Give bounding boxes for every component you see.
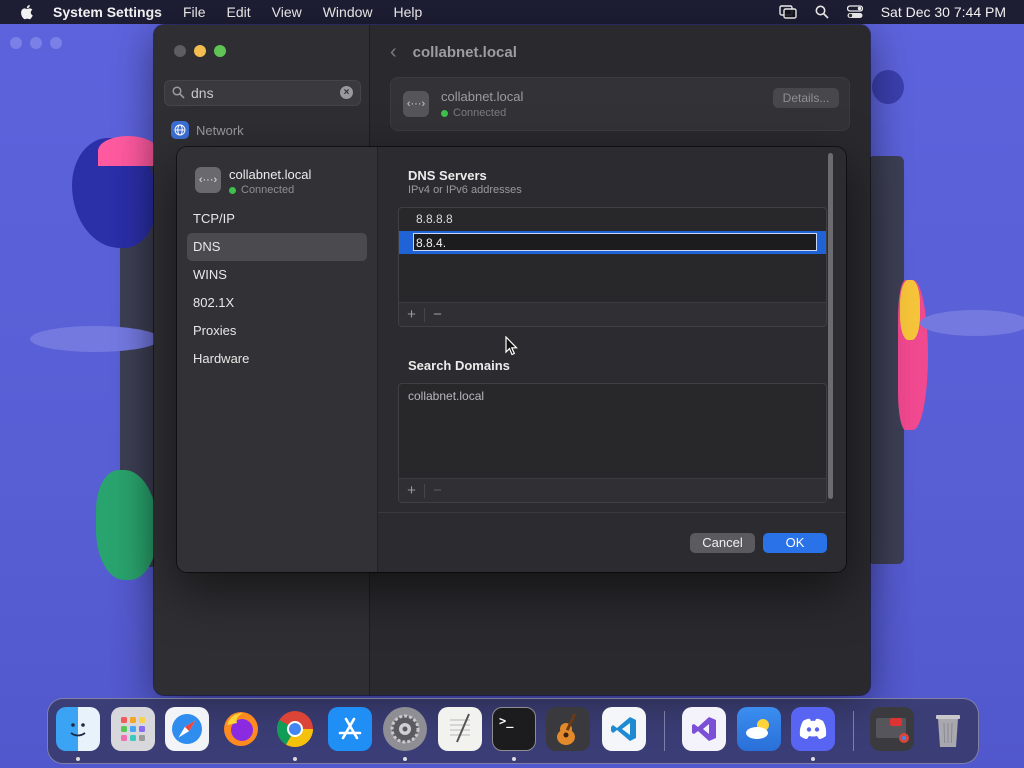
remove-search-domain-button[interactable]: − [425, 479, 450, 502]
vpn-connection-icon: ‹···› [195, 167, 221, 193]
window-controls [174, 45, 226, 57]
dns-servers-title: DNS Servers [408, 168, 487, 183]
launchpad-icon[interactable] [111, 707, 155, 751]
dns-server-row-editing[interactable]: 8.8.4. [399, 231, 826, 254]
settings-header: ‹ collabnet.local [390, 41, 517, 64]
discord-icon[interactable] [791, 707, 835, 751]
add-search-domain-button[interactable]: + [399, 479, 424, 502]
zoom-button[interactable] [214, 45, 226, 57]
dns-servers-list[interactable]: 8.8.8.8 8.8.4. + − [398, 207, 827, 327]
connected-status-dot [229, 186, 236, 194]
menu-bar: System Settings File Edit View Window He… [0, 0, 1024, 24]
connection-card: ‹···› collabnet.local Connected Details.… [390, 77, 850, 131]
ok-button[interactable]: OK [763, 533, 827, 553]
dns-content: DNS Servers IPv4 or IPv6 addresses 8.8.8… [378, 147, 838, 512]
vscode-icon[interactable] [602, 707, 646, 751]
wallpaper-bird [872, 70, 904, 104]
menu-edit[interactable]: Edit [227, 4, 251, 20]
sheet-tab-proxies[interactable]: Proxies [187, 317, 367, 345]
wallpaper-cloud-left [30, 326, 160, 352]
sheet-scrollbar[interactable] [828, 153, 833, 499]
trash-icon[interactable] [926, 707, 970, 751]
sheet-connection-status-text: Connected [241, 184, 295, 196]
search-input[interactable]: dns [191, 85, 214, 101]
system-settings-running-indicator [403, 757, 407, 761]
app-store-icon[interactable] [328, 707, 372, 751]
search-domains-toolbar: + − [399, 478, 826, 502]
connection-status-text: Connected [453, 107, 507, 119]
sheet-tab-dns[interactable]: DNS [187, 233, 367, 261]
sheet-connection-header: ‹···› collabnet.local Connected [195, 167, 311, 196]
menu-clock[interactable]: Sat Dec 30 7:44 PM [881, 4, 1006, 20]
minimize-button[interactable] [194, 45, 206, 57]
finder-icon[interactable] [56, 707, 100, 751]
add-dns-server-button[interactable]: + [399, 303, 424, 326]
system-settings-icon[interactable] [383, 707, 427, 751]
dns-server-row[interactable]: 8.8.8.8 [399, 208, 826, 231]
sheet-sidebar: ‹···› collabnet.local Connected TCP/IP D… [177, 147, 378, 572]
connected-status-dot [441, 109, 448, 117]
sheet-tab-8021x[interactable]: 802.1X [187, 289, 367, 317]
downloads-stack-icon[interactable] [870, 707, 914, 751]
close-button[interactable] [174, 45, 186, 57]
terminal-running-indicator [512, 757, 516, 761]
firefox-icon[interactable] [219, 707, 263, 751]
dns-servers-toolbar: + − [399, 302, 826, 326]
remove-dns-server-button[interactable]: − [425, 303, 450, 326]
wallpaper-shape-yellow [900, 280, 920, 340]
back-chevron-icon[interactable]: ‹ [390, 41, 397, 64]
discord-running-indicator [811, 757, 815, 761]
control-center-icon[interactable] [846, 5, 863, 19]
menu-window[interactable]: Window [323, 4, 373, 20]
vpn-connection-icon: ‹···› [403, 91, 429, 117]
sheet-footer: Cancel OK [378, 512, 846, 572]
wallpaper-cloud-right [920, 310, 1024, 336]
screen-mirroring-icon[interactable] [779, 5, 797, 19]
sheet-nav: TCP/IP DNS WINS 802.1X Proxies Hardware [187, 205, 367, 373]
sheet-tab-wins[interactable]: WINS [187, 261, 367, 289]
sheet-tab-tcpip[interactable]: TCP/IP [187, 205, 367, 233]
mouse-pointer-icon [505, 336, 518, 356]
menu-file[interactable]: File [183, 4, 206, 20]
clear-search-icon[interactable]: × [340, 86, 353, 99]
connection-name: collabnet.local [441, 89, 524, 104]
network-globe-icon [171, 121, 189, 139]
search-icon [172, 86, 185, 99]
weather-icon[interactable] [737, 707, 781, 751]
search-domains-title: Search Domains [408, 358, 510, 373]
dock-divider [664, 711, 665, 751]
search-domains-list[interactable]: collabnet.local + − [398, 383, 827, 503]
network-details-sheet: ‹···› collabnet.local Connected TCP/IP D… [177, 147, 846, 572]
cancel-button[interactable]: Cancel [690, 533, 755, 553]
spotlight-search-icon[interactable] [815, 5, 829, 19]
sheet-connection-name: collabnet.local [229, 167, 312, 182]
menu-help[interactable]: Help [394, 4, 423, 20]
visual-studio-icon[interactable] [682, 707, 726, 751]
dock-divider [853, 711, 854, 751]
dock: >_ [47, 698, 979, 764]
dns-servers-subtitle: IPv4 or IPv6 addresses [408, 184, 522, 196]
settings-search-field[interactable]: dns × [164, 80, 361, 106]
sheet-tab-hardware[interactable]: Hardware [187, 345, 367, 373]
page-title: collabnet.local [412, 44, 517, 61]
search-domain-row[interactable]: collabnet.local [399, 385, 826, 408]
details-button[interactable]: Details... [773, 88, 839, 108]
menu-app-name[interactable]: System Settings [53, 4, 162, 20]
background-window-controls [10, 37, 62, 49]
textedit-icon[interactable] [438, 707, 482, 751]
sheet-connection-status: Connected [229, 184, 311, 196]
chrome-icon[interactable] [273, 707, 317, 751]
finder-running-indicator [76, 757, 80, 761]
safari-icon[interactable] [165, 707, 209, 751]
wallpaper-shape-pink [98, 136, 158, 166]
menu-view[interactable]: View [272, 4, 302, 20]
connection-status: Connected [441, 107, 506, 119]
chrome-running-indicator [293, 757, 297, 761]
apple-menu-icon[interactable] [18, 3, 36, 21]
sidebar-item-network[interactable]: Network [171, 121, 244, 139]
terminal-icon[interactable]: >_ [492, 707, 536, 751]
dns-server-edit-field[interactable]: 8.8.4. [413, 233, 817, 251]
sidebar-item-label: Network [196, 122, 244, 138]
garageband-icon[interactable] [546, 707, 590, 751]
